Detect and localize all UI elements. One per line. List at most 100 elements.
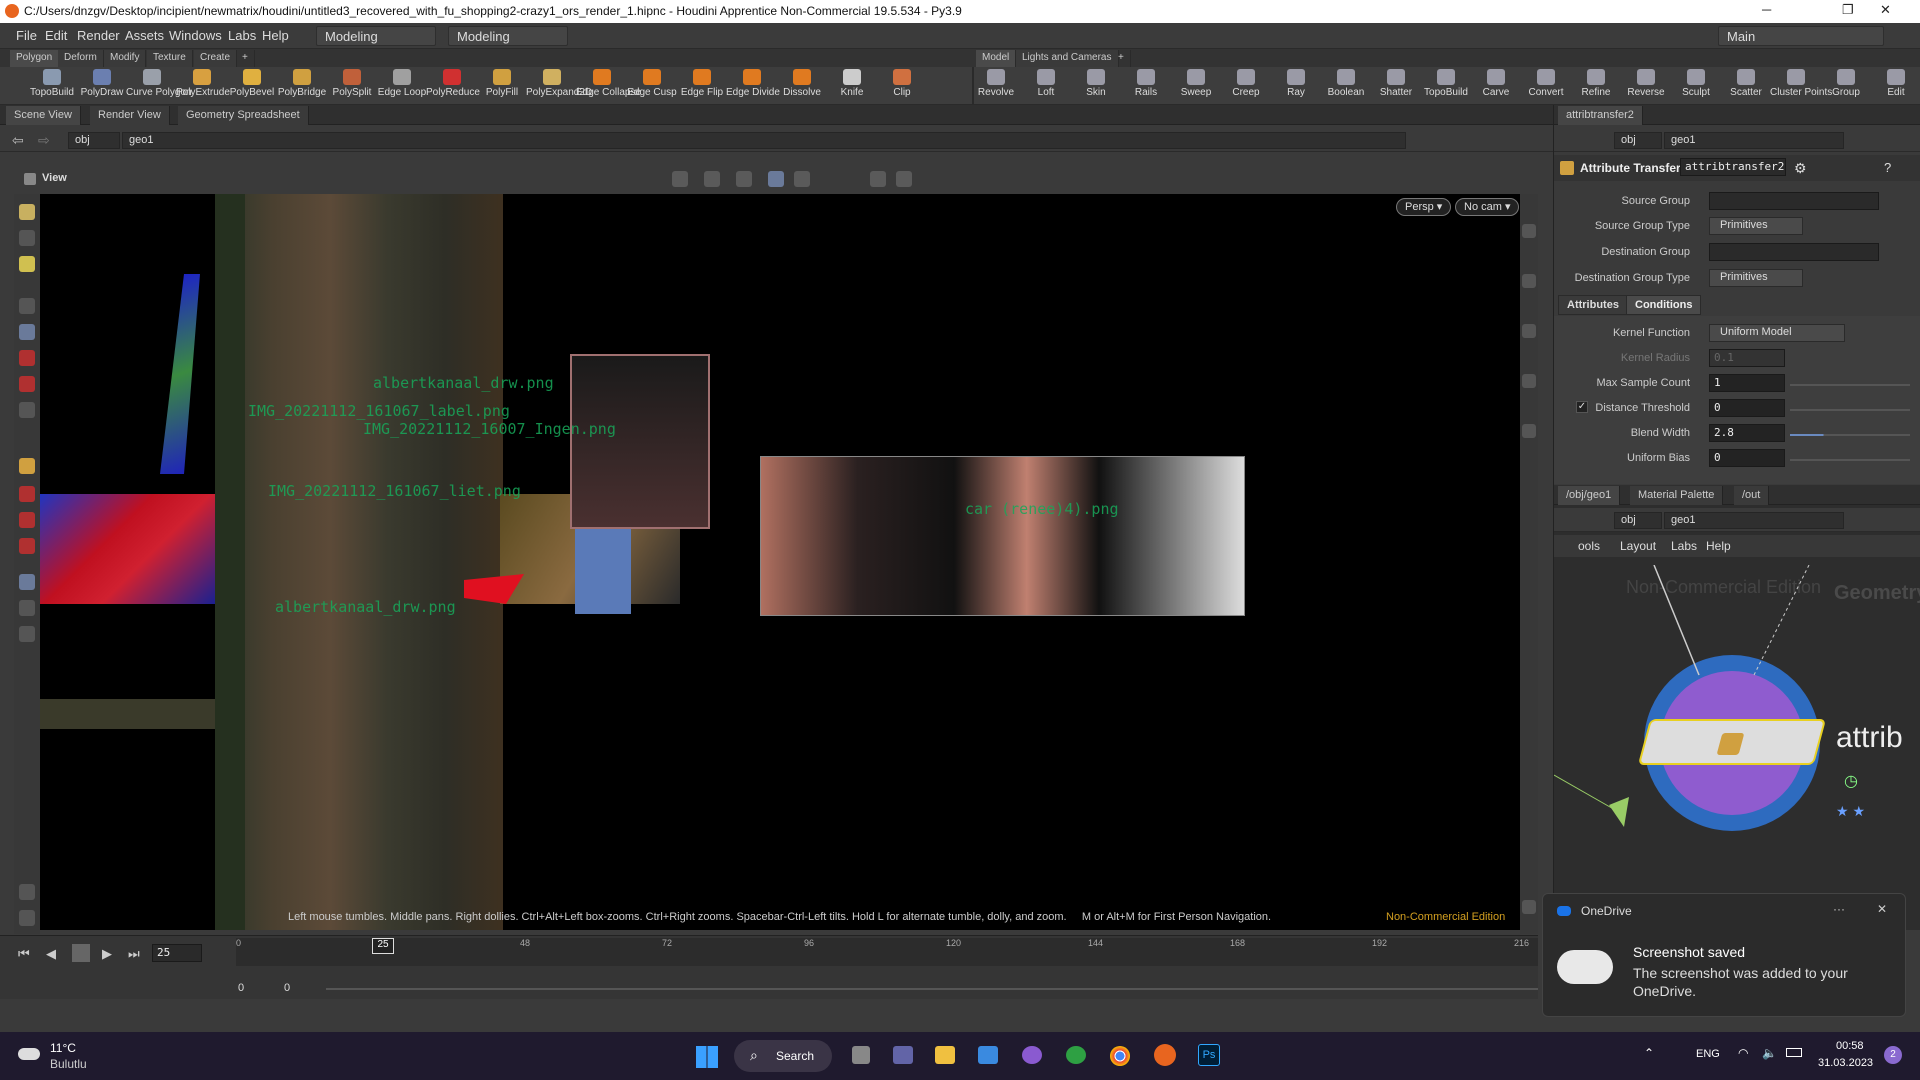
kernel-function-dropdown[interactable]: Uniform Model (1709, 324, 1845, 342)
shelf-tool-polysplit[interactable]: PolySplit (326, 69, 378, 98)
chrome-icon[interactable] (1110, 1046, 1130, 1066)
blend-width-field[interactable]: 2.8 (1709, 424, 1785, 442)
clock-time[interactable]: 00:58 (1836, 1040, 1864, 1052)
shelf-tab-texture[interactable]: Texture (147, 50, 193, 67)
jump-start-icon[interactable]: ⏮ (18, 946, 30, 962)
persp-menu-button[interactable]: Persp ▾ (1396, 198, 1452, 216)
timeline-bar[interactable] (236, 938, 1538, 966)
pose-tool-icon[interactable] (19, 402, 35, 418)
clock-date[interactable]: 31.03.2023 (1818, 1057, 1873, 1069)
shelf-tool-refine[interactable]: Refine (1570, 69, 1622, 98)
uniform-bias-field[interactable]: 0 (1709, 449, 1785, 467)
shelf-tab-lights-cameras[interactable]: Lights and Cameras (1016, 50, 1119, 67)
transform-icon[interactable] (704, 171, 720, 187)
tab-geometry-spreadsheet[interactable]: Geometry Spreadsheet (178, 106, 309, 125)
forward-arrow-icon[interactable]: ⇨ (38, 132, 50, 149)
distance-threshold-slider[interactable] (1790, 409, 1910, 411)
tray-chevron-icon[interactable]: ⌃ (1644, 1046, 1654, 1060)
shelf-tool-convert[interactable]: Convert (1520, 69, 1572, 98)
help-icon[interactable]: ? (1884, 160, 1891, 175)
more-options-icon[interactable]: ··· (1833, 902, 1845, 916)
snap-icon[interactable] (768, 171, 784, 187)
path-obj[interactable]: obj (68, 132, 120, 149)
shelf-tool-edit[interactable]: Edit (1870, 69, 1920, 98)
light-tool-icon[interactable] (19, 884, 35, 900)
frame-marker[interactable]: 25 (372, 938, 394, 954)
shelf-tool-carve[interactable]: Carve (1470, 69, 1522, 98)
photoshop-icon[interactable]: Ps (1198, 1044, 1220, 1066)
notification-badge[interactable]: 2 (1884, 1046, 1902, 1064)
uniform-bias-slider[interactable] (1790, 459, 1910, 461)
tab-material-palette[interactable]: Material Palette (1630, 486, 1724, 505)
xbox-icon[interactable] (1066, 1046, 1086, 1064)
shelf-tool-shatter[interactable]: Shatter (1370, 69, 1422, 98)
settings-tool-icon[interactable] (19, 910, 35, 926)
shelf-tool-curve-polygon[interactable]: Curve Polygon (126, 69, 192, 98)
maximize-button[interactable]: ❐ (1842, 2, 1854, 18)
shelf-add-tab-button-right[interactable]: + (1112, 50, 1131, 67)
shelf-tool-knife[interactable]: Knife (826, 69, 878, 98)
brush-tool-icon[interactable] (19, 538, 35, 554)
teams-icon[interactable] (893, 1046, 913, 1064)
path-geo1[interactable]: geo1 (1664, 512, 1844, 529)
lasso-tool-icon[interactable] (19, 512, 35, 528)
tab-attributes[interactable]: Attributes (1558, 295, 1628, 315)
tab-scene-view[interactable]: Scene View (6, 106, 81, 125)
shelf-tool-edge-flip[interactable]: Edge Flip (676, 69, 728, 98)
menu-file[interactable]: File (16, 28, 37, 43)
distance-threshold-field[interactable]: 0 (1709, 399, 1785, 417)
tab-obj-geo1[interactable]: /obj/geo1 (1558, 486, 1621, 505)
shelf-tool-polyextrude[interactable]: PolyExtrude (176, 69, 230, 98)
menu-render[interactable]: Render (77, 28, 120, 43)
tab-render-view[interactable]: Render View (90, 106, 170, 125)
source-group-field[interactable] (1709, 192, 1879, 210)
view-tool-icon[interactable] (19, 458, 35, 474)
shelf-tool-revolve[interactable]: Revolve (970, 69, 1022, 98)
shelf-tool-cluster-points[interactable]: Cluster Points (1770, 69, 1832, 98)
magnet-tool-icon[interactable] (19, 486, 35, 502)
shelf-tab-modify[interactable]: Modify (104, 50, 147, 67)
range-start-field[interactable]: 0 (238, 982, 244, 994)
select-tool-icon[interactable] (19, 204, 35, 220)
menu-assets[interactable]: Assets (125, 28, 164, 43)
shelf-tool-creep[interactable]: Creep (1220, 69, 1272, 98)
shelf-tool-dissolve[interactable]: Dissolve (776, 69, 828, 98)
shelf-tab-create[interactable]: Create (194, 50, 238, 67)
houdini-taskbar-icon[interactable] (1154, 1044, 1176, 1066)
rotate-tool-icon[interactable] (19, 256, 35, 272)
handle-tool-icon[interactable] (19, 376, 35, 392)
shelf-tab-polygon[interactable]: Polygon (10, 50, 60, 67)
current-frame-field[interactable]: 25 (152, 944, 202, 962)
path-obj[interactable]: obj (1614, 132, 1662, 149)
menu-labs[interactable]: Labs (228, 28, 256, 43)
shelf-tool-skin[interactable]: Skin (1070, 69, 1122, 98)
shelf-tool-polybridge[interactable]: PolyBridge (276, 69, 328, 98)
gear-icon[interactable]: ⚙ (1794, 160, 1807, 177)
blend-width-slider[interactable] (1790, 434, 1910, 436)
shelf-tool-edge-cusp[interactable]: Edge Cusp (626, 69, 678, 98)
step-back-icon[interactable]: ◀ (46, 946, 56, 962)
scale-tool-icon[interactable] (19, 350, 35, 366)
tab-out[interactable]: /out (1734, 486, 1770, 505)
scene-viewport[interactable]: albertkanaal_drw.png IMG_20221112_161067… (40, 194, 1520, 930)
shelf-tool-edge-loop[interactable]: Edge Loop (376, 69, 428, 98)
shelf-tool-loft[interactable]: Loft (1020, 69, 1072, 98)
render-region-icon[interactable] (896, 171, 912, 187)
close-notification-icon[interactable]: ✕ (1877, 902, 1887, 916)
shelf-tool-sculpt[interactable]: Sculpt (1670, 69, 1722, 98)
shelf-add-tab-button[interactable]: + (236, 50, 255, 67)
shelf-tool-polyreduce[interactable]: PolyReduce (426, 69, 480, 98)
play-icon[interactable]: ▶ (102, 946, 112, 962)
search-box[interactable]: ⌕ Search (734, 1040, 832, 1072)
shelf-tool-boolean[interactable]: Boolean (1320, 69, 1372, 98)
store-icon[interactable] (978, 1046, 998, 1064)
battery-icon[interactable] (1786, 1048, 1802, 1057)
menu-help[interactable]: Help (262, 28, 289, 43)
path-obj[interactable]: obj (1614, 512, 1662, 529)
context-dropdown[interactable]: Modeling (448, 26, 568, 46)
task-view-icon[interactable] (852, 1046, 870, 1064)
dest-group-type-dropdown[interactable]: Primitives (1709, 269, 1803, 287)
range-bar[interactable] (326, 988, 1538, 990)
stop-icon[interactable] (72, 944, 90, 962)
shelf-tool-scatter[interactable]: Scatter (1720, 69, 1772, 98)
